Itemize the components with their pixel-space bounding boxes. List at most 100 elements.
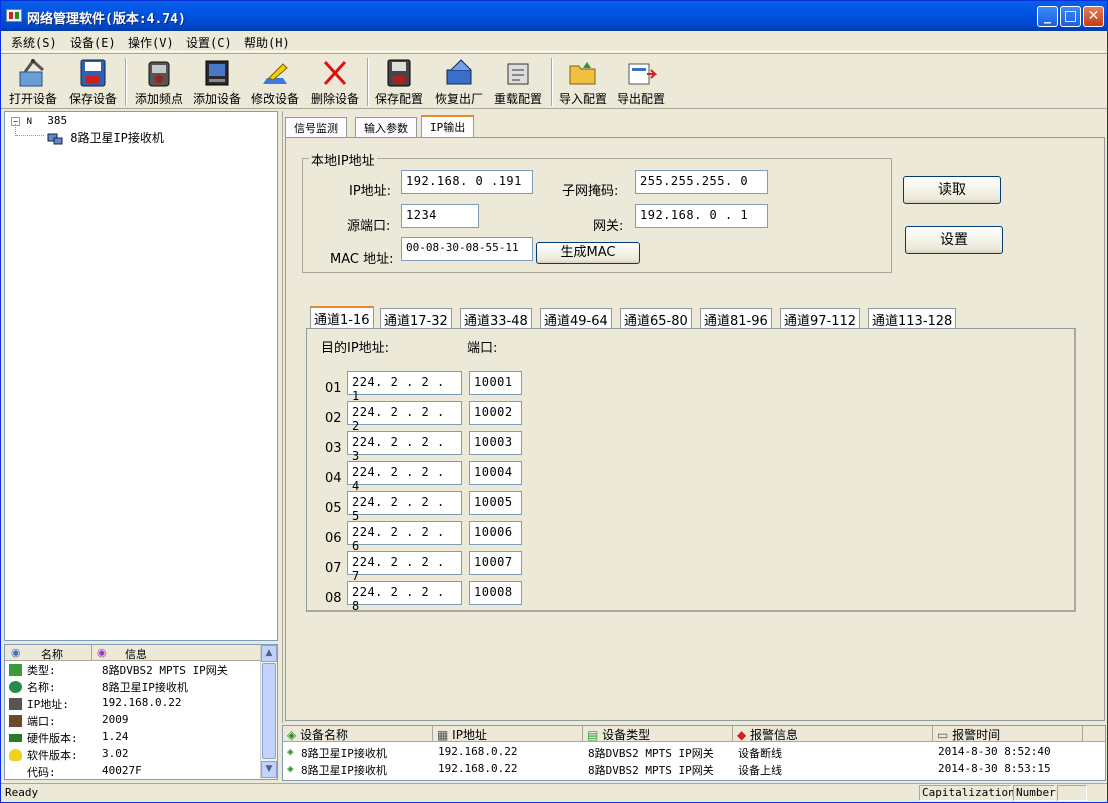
import-config-label: 导入配置 xyxy=(558,92,607,106)
scroll-up-icon[interactable]: ▲ xyxy=(261,645,277,662)
info-header-info[interactable]: 信息 xyxy=(125,646,147,662)
col-alarm-time[interactable]: ▭ 报警时间 xyxy=(933,726,1083,742)
status-text: Ready xyxy=(5,786,39,799)
type-icon xyxy=(9,664,22,676)
export-config-label: 导出配置 xyxy=(616,92,665,106)
save-config-button[interactable]: 保存配置 xyxy=(373,56,425,108)
menu-operate[interactable]: 操作(V) xyxy=(128,34,174,51)
status-bar: Ready Capitalization Number xyxy=(1,783,1107,802)
dest-ip-field[interactable]: 224. 2 . 2 . 4 xyxy=(347,461,462,493)
info-value: 1.24 xyxy=(102,730,129,743)
menu-settings[interactable]: 设置(C) xyxy=(186,34,232,51)
dest-port-field[interactable]: 10005 xyxy=(469,491,522,515)
col-device-name[interactable]: ◈ 设备名称 xyxy=(283,726,433,742)
info-header-name[interactable]: 名称 xyxy=(41,646,63,662)
col-ip[interactable]: ▦ IP地址 xyxy=(433,726,583,742)
import-folder-icon xyxy=(567,58,599,88)
alarm-list-header: ◈ 设备名称 ▦ IP地址 ▤ 设备类型 ◆ 报警信息 ▭ 报警时间 xyxy=(283,726,1105,742)
scroll-down-icon[interactable]: ▼ xyxy=(261,761,277,778)
open-device-button[interactable]: 打开设备 xyxy=(7,56,59,108)
close-button[interactable]: ✕ xyxy=(1083,6,1104,27)
menu-system[interactable]: 系统(S) xyxy=(11,34,57,51)
generate-mac-button[interactable]: 生成MAC xyxy=(536,242,640,264)
export-config-button[interactable]: 导出配置 xyxy=(615,56,667,108)
set-button[interactable]: 设置 xyxy=(905,226,1003,254)
save-device-button[interactable]: 保存设备 xyxy=(67,56,119,108)
reload-config-button[interactable]: 重载配置 xyxy=(491,56,545,108)
tab-channel-1-16[interactable]: 通道1-16 xyxy=(310,306,374,329)
dest-ip-field[interactable]: 224. 2 . 2 . 3 xyxy=(347,431,462,463)
number-indicator: Number xyxy=(1013,785,1056,801)
alarm-row[interactable]: ◈ 8路卫星IP接收机 192.168.0.22 8路DVBS2 MPTS IP… xyxy=(283,743,1105,760)
dest-port-field[interactable]: 10008 xyxy=(469,581,522,605)
dest-port-field[interactable]: 10002 xyxy=(469,401,522,425)
mac-address-field[interactable]: 00-08-30-08-55-11 xyxy=(401,237,533,261)
restore-factory-button[interactable]: 恢复出厂 xyxy=(431,56,487,108)
tree-root-node[interactable]: − N 385 xyxy=(11,114,67,127)
tab-input-params[interactable]: 输入参数 xyxy=(355,117,417,137)
scroll-thumb[interactable] xyxy=(262,663,276,759)
delete-device-button[interactable]: 删除设备 xyxy=(309,56,361,108)
hardware-icon xyxy=(9,734,22,742)
alarm-device-name: 8路卫星IP接收机 xyxy=(301,747,387,760)
minimize-button[interactable]: _ xyxy=(1037,6,1058,27)
tree-device-node[interactable]: 8路卫星IP接收机 xyxy=(47,129,164,146)
maximize-button[interactable]: □ xyxy=(1060,6,1081,27)
dest-ip-field[interactable]: 224. 2 . 2 . 7 xyxy=(347,551,462,583)
add-freq-icon xyxy=(143,58,175,88)
local-ip-field[interactable]: 192.168. 0 .191 xyxy=(401,170,533,194)
source-port-field[interactable]: 1234 xyxy=(401,204,479,228)
modify-device-button[interactable]: 修改设备 xyxy=(249,56,301,108)
dest-port-field[interactable]: 10003 xyxy=(469,431,522,455)
import-config-button[interactable]: 导入配置 xyxy=(557,56,609,108)
save-config-icon xyxy=(383,58,415,88)
dest-ip-field[interactable]: 224. 2 . 2 . 1 xyxy=(347,371,462,403)
alarm-info: 设备上线 xyxy=(738,764,782,777)
tab-channel-113-128[interactable]: 通道113-128 xyxy=(868,308,957,329)
info-key: 代码: xyxy=(27,766,56,779)
dest-port-field[interactable]: 10007 xyxy=(469,551,522,575)
status-empty-cell xyxy=(1057,785,1087,801)
tab-ip-output[interactable]: IP输出 xyxy=(421,115,475,138)
dest-ip-field[interactable]: 224. 2 . 2 . 6 xyxy=(347,521,462,553)
delete-device-label: 删除设备 xyxy=(310,92,359,106)
alarm-list: ◈ 设备名称 ▦ IP地址 ▤ 设备类型 ◆ 报警信息 ▭ 报警时间 ◈ 8路卫… xyxy=(282,725,1106,781)
dest-port-field[interactable]: 10004 xyxy=(469,461,522,485)
subnet-mask-field[interactable]: 255.255.255. 0 xyxy=(635,170,768,194)
ip-icon xyxy=(9,698,22,710)
col-device-type[interactable]: ▤ 设备类型 xyxy=(583,726,733,742)
add-freq-button[interactable]: 添加频点 xyxy=(131,56,187,108)
info-key: 硬件版本: xyxy=(27,732,78,745)
type-col-icon: ▤ xyxy=(587,728,603,742)
dest-ip-field[interactable]: 224. 2 . 2 . 8 xyxy=(347,581,462,613)
tab-signal-monitor[interactable]: 信号监测 xyxy=(285,117,347,137)
alarm-row[interactable]: ◈ 8路卫星IP接收机 192.168.0.22 8路DVBS2 MPTS IP… xyxy=(283,760,1105,777)
name-col-icon: ◉ xyxy=(11,646,21,659)
tab-channel-17-32[interactable]: 通道17-32 xyxy=(380,308,452,329)
info-value: 8路DVBS2 MPTS IP网关 xyxy=(102,664,228,677)
info-scrollbar[interactable]: ▲ ▼ xyxy=(260,645,277,779)
title-bar[interactable]: 网络管理软件(版本:4.74) _ □ ✕ xyxy=(1,1,1107,31)
tab-channel-49-64[interactable]: 通道49-64 xyxy=(540,308,612,329)
ip-output-panel: 本地IP地址 IP地址: 192.168. 0 .191 子网掩码: 255.2… xyxy=(285,137,1105,721)
dest-ip-field[interactable]: 224. 2 . 2 . 2 xyxy=(347,401,462,433)
tab-channel-65-80[interactable]: 通道65-80 xyxy=(620,308,692,329)
gateway-field[interactable]: 192.168. 0 . 1 xyxy=(635,204,768,228)
menu-device[interactable]: 设备(E) xyxy=(70,34,116,51)
dest-ip-field[interactable]: 224. 2 . 2 . 5 xyxy=(347,491,462,523)
tab-channel-33-48[interactable]: 通道33-48 xyxy=(460,308,532,329)
tab-channel-81-96[interactable]: 通道81-96 xyxy=(700,308,772,329)
add-device-label: 添加设备 xyxy=(192,92,241,106)
alarm-ip: 192.168.0.22 xyxy=(438,762,518,775)
time-col-icon: ▭ xyxy=(937,728,953,742)
tab-channel-97-112[interactable]: 通道97-112 xyxy=(780,308,861,329)
channel-number: 02 xyxy=(325,411,342,426)
info-header: ◉ 名称 ◉ 信息 xyxy=(5,645,261,661)
restore-factory-icon xyxy=(443,58,475,88)
menu-help[interactable]: 帮助(H) xyxy=(244,34,290,51)
add-device-button[interactable]: 添加设备 xyxy=(191,56,243,108)
dest-port-field[interactable]: 10006 xyxy=(469,521,522,545)
dest-port-field[interactable]: 10001 xyxy=(469,371,522,395)
col-alarm-info[interactable]: ◆ 报警信息 xyxy=(733,726,933,742)
read-button[interactable]: 读取 xyxy=(903,176,1001,204)
